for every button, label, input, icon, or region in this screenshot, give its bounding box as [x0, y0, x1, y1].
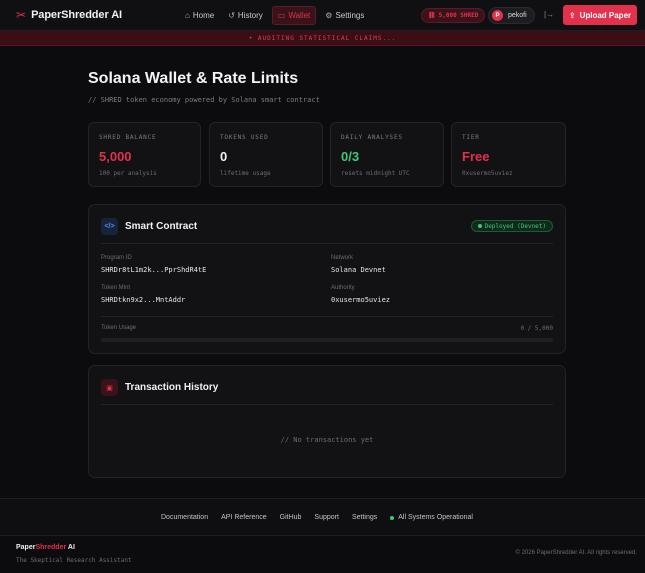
footer-link-settings[interactable]: Settings [352, 514, 377, 521]
token-mint-label: Token Mint [101, 285, 131, 291]
stat-card-daily-analyses: DAILY ANALYSES 0/3 resets midnight UTC [330, 122, 444, 187]
nav-settings[interactable]: ⚙ Settings [320, 6, 369, 25]
footer-link-github[interactable]: GitHub [280, 514, 302, 521]
card-title: Transaction History [125, 382, 219, 393]
token-usage-progress [101, 338, 553, 342]
stat-value: 0/3 [341, 149, 360, 164]
upload-label: Upload Paper [579, 10, 632, 20]
scissors-icon: ✂ [16, 8, 27, 22]
network-label: Network [331, 255, 354, 261]
authority-value[interactable]: 0xusermo5uviez [331, 296, 390, 304]
stat-value: Free [462, 149, 490, 164]
transaction-history-card: ▣ Transaction History // No transactions… [88, 365, 566, 478]
gear-icon: ⚙ [325, 11, 333, 20]
status-badge: Deployed (Devnet) [470, 220, 553, 232]
stat-value: 0 [220, 149, 228, 164]
avatar: P [492, 10, 503, 21]
nav-history[interactable]: ↺ History [223, 6, 268, 25]
stat-card-shred-balance: SHRED BALANCE 5,000 100 per analysis [88, 122, 201, 187]
system-status[interactable]: All Systems Operational [390, 514, 473, 521]
nav-links: ⌂ Home ↺ History ▭ Wallet ⚙ Settings [180, 6, 369, 25]
stat-label: DAILY ANALYSES [341, 134, 403, 141]
token-usage-label: Token Usage [101, 325, 137, 331]
footer-brand: PaperShredder AI [16, 544, 75, 551]
stat-note: 100 per analysis [99, 170, 157, 177]
receipt-icon: ▣ [101, 379, 118, 396]
card-title: Smart Contract [125, 221, 198, 232]
wallet-icon: ▭ [277, 11, 286, 20]
upload-paper-button[interactable]: ⇪ Upload Paper [563, 5, 637, 25]
smart-contract-card: </> Smart Contract Deployed (Devnet) Pro… [88, 204, 566, 354]
username: pekofi [508, 12, 527, 19]
authority-label: Authority [331, 285, 355, 291]
page-title: Solana Wallet & Rate Limits [88, 70, 299, 87]
nav-home[interactable]: ⌂ Home [180, 6, 219, 25]
page-subtitle: // SHRED token economy powered by Solana… [88, 96, 320, 104]
brand-suffix: AI [111, 9, 123, 21]
history-icon: ↺ [228, 11, 235, 20]
stat-note: resets midnight UTC [341, 170, 410, 177]
stat-card-tier: TIER Free 0xusermo5uviez [451, 122, 566, 187]
divider [101, 404, 553, 405]
code-icon: </> [101, 218, 118, 235]
divider [101, 243, 553, 244]
shred-balance-text: 5,000 SHRED [438, 12, 479, 19]
divider [101, 316, 553, 317]
token-usage-value: 0 / 5,000 [520, 325, 553, 332]
nav-wallet[interactable]: ▭ Wallet [271, 6, 317, 25]
brand-logo[interactable]: ✂ PaperShredder AI [16, 9, 122, 21]
footer-links: Documentation API Reference GitHub Suppo… [161, 514, 473, 521]
footer-copyright: © 2026 PaperShredder AI. All rights rese… [515, 550, 638, 556]
nav-history-label: History [237, 11, 263, 20]
shred-balance-badge[interactable]: ⛓ 5,000 SHRED [421, 8, 486, 23]
system-status-text: All Systems Operational [398, 514, 473, 521]
stat-note: lifetime usage [220, 170, 271, 177]
home-icon: ⌂ [185, 11, 190, 20]
program-id-label: Program ID [101, 255, 132, 261]
brand-prefix: PaperShredder [31, 9, 109, 21]
token-mint-value[interactable]: SHRDtkn9x2...MntAddr [101, 296, 185, 304]
top-nav: ✂ PaperShredder AI ⌂ Home ↺ History ▭ Wa… [0, 0, 645, 31]
footer-link-documentation[interactable]: Documentation [161, 514, 208, 521]
stat-label: TIER [462, 134, 480, 141]
link-icon: ⛓ [428, 12, 436, 19]
status-text: Deployed (Devnet) [484, 222, 546, 230]
nav-home-label: Home [192, 11, 215, 20]
stat-card-tokens-used: TOKENS USED 0 lifetime usage [209, 122, 323, 187]
program-id-value[interactable]: SHRDr8tL1m2k...PprShdR4tE [101, 266, 206, 274]
upload-icon: ⇪ [568, 10, 576, 20]
network-value: Solana Devnet [331, 266, 386, 274]
status-dot-icon [390, 515, 395, 520]
footer-brand-suffix: AI [66, 544, 75, 551]
brand-name: PaperShredder AI [31, 9, 122, 21]
user-menu[interactable]: P pekofi [488, 7, 535, 24]
status-dot-icon [477, 224, 482, 228]
stat-note: 0xusermo5uviez [462, 170, 513, 177]
status-banner: • AUDITING STATISTICAL CLAIMS... [0, 31, 645, 46]
stat-label: SHRED BALANCE [99, 134, 157, 141]
stat-label: TOKENS USED [220, 134, 269, 141]
footer-tagline: The Skeptical Research Assistant [16, 557, 132, 564]
logout-icon[interactable]: |→ [544, 10, 554, 19]
footer-brand-prefix: Paper [16, 544, 36, 551]
nav-settings-label: Settings [335, 11, 365, 20]
footer-link-support[interactable]: Support [314, 514, 339, 521]
stat-value: 5,000 [99, 149, 132, 164]
footer-link-api-reference[interactable]: API Reference [221, 514, 267, 521]
footer-brand-mid: Shredder [35, 544, 67, 551]
nav-wallet-label: Wallet [288, 11, 311, 20]
empty-state: // No transactions yet [280, 436, 374, 444]
